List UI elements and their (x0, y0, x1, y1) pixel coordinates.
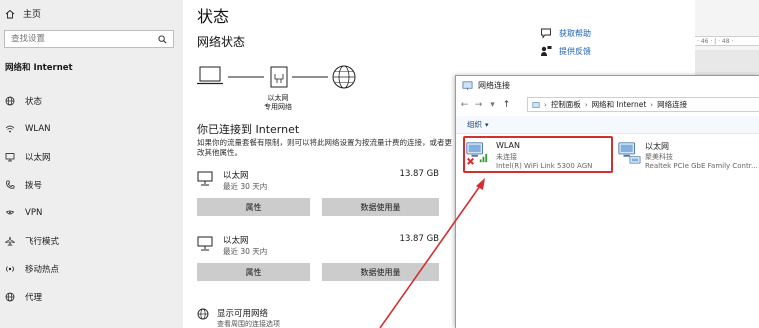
wlan-highlight-box (463, 136, 613, 173)
ethernet-icon (197, 236, 213, 251)
vpn-icon (5, 210, 15, 215)
wifi-icon (5, 125, 15, 133)
ethernet-icon (197, 171, 213, 186)
address-bar: ← → ▾ ↑ › 控制面板 › 网络和 Internet › 网络连接 (456, 96, 759, 114)
metered-connection-note: 如果你的流量套餐有限制，则可以将此网络设置为按流量计费的连接，或者更改其他属性。 (197, 138, 452, 157)
hotspot-icon (6, 266, 14, 272)
sidebar-item-label: 以太网 (25, 153, 51, 163)
diagram-network-label: 以太网 专用网络 (264, 94, 292, 112)
internet-globe-icon (332, 65, 356, 89)
sidebar-item-wlan[interactable]: WLAN (5, 121, 175, 137)
sidebar-item-label: 代理 (25, 293, 43, 303)
ethernet-port-icon (270, 66, 288, 88)
window-title: 网络连接 (478, 81, 510, 90)
sidebar-item-dialup[interactable]: 拨号 (5, 177, 175, 193)
page-title: 状态 (197, 7, 230, 26)
adapter-card: 以太网 最近 30 天内 13.87 GB 属性 数据使用量 (197, 169, 439, 217)
section-title: 网络和 Internet (5, 63, 73, 73)
network-status-heading: 网络状态 (197, 35, 246, 49)
globe-icon (5, 292, 15, 302)
sidebar-item-airplane-mode[interactable]: 飞行模式 (5, 233, 175, 249)
show-networks-label: 显示可用网络 (217, 309, 269, 319)
give-feedback-link[interactable]: 提供反馈 (559, 46, 591, 57)
window-titlebar[interactable]: 网络连接 (456, 76, 759, 95)
sidebar-item-label: 飞行模式 (25, 237, 60, 247)
sidebar-item-label: 拨号 (25, 181, 43, 191)
laptop-icon (197, 66, 223, 85)
path-separator: › (544, 100, 547, 109)
adapter-data-size: 13.87 GB (399, 169, 439, 179)
address-path-field[interactable]: › 控制面板 › 网络和 Internet › 网络连接 (527, 97, 759, 112)
path-separator: › (650, 100, 654, 109)
diagram-label-line1: 以太网 (267, 94, 289, 102)
sidebar-item-label: WLAN (25, 124, 51, 134)
connection-status: 聚美科技 (645, 153, 673, 161)
control-panel-icon (532, 101, 540, 108)
settings-sidebar: 主页 网络和 Internet 状态 WLAN 以太网 拨号 VPN 飞行模式 … (0, 0, 183, 328)
ethernet-adapter-icon (618, 142, 641, 164)
path-separator: › (584, 100, 588, 109)
adapter-name: 以太网 (223, 171, 249, 181)
forward-arrow-icon[interactable]: → (474, 100, 483, 110)
properties-button[interactable]: 属性 (197, 263, 310, 281)
network-folder-icon (462, 81, 473, 91)
sidebar-item-ethernet[interactable]: 以太网 (5, 149, 175, 165)
sidebar-item-label: 移动热点 (25, 265, 60, 275)
connection-device: Realtek PCIe GbE Family Contr... (645, 162, 758, 170)
back-arrow-icon[interactable]: ← (460, 100, 469, 110)
globe-icon (5, 96, 15, 106)
feedback-icon (541, 46, 552, 56)
sidebar-item-proxy[interactable]: 代理 (5, 289, 175, 305)
path-segment[interactable]: 网络连接 (657, 99, 687, 110)
chevron-down-icon[interactable]: ▾ (485, 121, 489, 129)
adapter-period: 最近 30 天内 (223, 247, 268, 256)
home-nav-item[interactable]: 主页 (5, 7, 41, 20)
network-connections-window: 网络连接 ← → ▾ ↑ › 控制面板 › 网络和 Internet › 网络连… (455, 75, 759, 328)
path-segment[interactable]: 控制面板 (551, 99, 581, 110)
search-input[interactable] (11, 34, 141, 44)
adapter-data-size: 13.87 GB (399, 234, 439, 244)
connection-status-text: 你已连接到 Internet (197, 123, 300, 136)
help-icon (541, 28, 551, 39)
properties-button[interactable]: 属性 (197, 198, 310, 216)
sidebar-item-vpn[interactable]: VPN (5, 205, 175, 221)
sidebar-item-status[interactable]: 状态 (5, 93, 175, 109)
connection-name: 以太网 (645, 142, 669, 151)
organize-menu[interactable]: 组织 (467, 119, 482, 130)
path-segment[interactable]: 网络和 Internet (592, 99, 647, 110)
document-ruler: · 46 · | · 48 · (695, 36, 759, 46)
connection-item-ethernet[interactable]: 以太网 聚美科技 Realtek PCIe GbE Family Contr..… (617, 140, 759, 172)
sidebar-item-mobile-hotspot[interactable]: 移动热点 (5, 261, 175, 277)
ethernet-icon (5, 153, 15, 162)
diagram-label-line2: 专用网络 (264, 103, 292, 111)
phone-icon (6, 180, 15, 189)
airplane-icon (5, 236, 15, 246)
sidebar-item-label: VPN (25, 208, 43, 218)
command-bar: 组织 ▾ (456, 116, 759, 134)
show-networks-desc: 查看周围的连接选项 (217, 320, 280, 328)
globe-icon (197, 308, 209, 320)
adapter-card: 以太网 最近 30 天内 13.87 GB 属性 数据使用量 (197, 234, 439, 282)
adapter-period: 最近 30 天内 (223, 182, 268, 191)
sidebar-item-label: 状态 (25, 97, 43, 107)
settings-search-box[interactable] (4, 30, 174, 48)
search-icon[interactable] (158, 34, 167, 44)
up-arrow-icon[interactable]: ↑ (502, 100, 511, 110)
data-usage-button[interactable]: 数据使用量 (322, 198, 439, 216)
chevron-down-icon[interactable]: ▾ (488, 100, 497, 110)
home-label: 主页 (23, 10, 42, 20)
home-icon (5, 9, 15, 18)
get-help-link[interactable]: 获取帮助 (559, 28, 591, 39)
data-usage-button[interactable]: 数据使用量 (322, 263, 439, 281)
adapter-name: 以太网 (223, 236, 249, 246)
